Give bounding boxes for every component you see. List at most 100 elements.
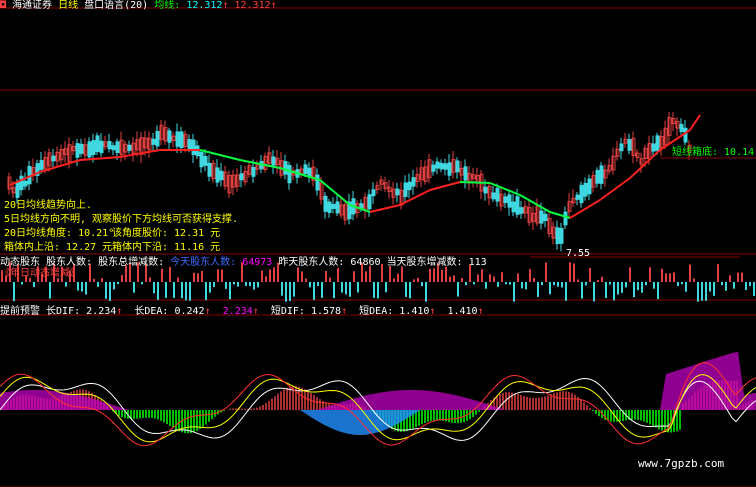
candle [283,161,288,175]
candle [579,184,584,204]
candle [539,210,544,224]
ma-arrow-2: ↑ [270,0,277,11]
candle [39,160,44,170]
macd-area [0,351,756,410]
box-bottom-label: 短线箱底: 10.14 元 [672,147,756,158]
dif-label: 长DIF: [46,306,81,317]
watermark: www.7gpzb.com [638,457,725,470]
candle [559,227,564,244]
candle [239,173,244,181]
candle [463,166,468,181]
candle [587,178,592,195]
candle [307,167,312,178]
close-icon[interactable]: ◘ [0,0,6,11]
candle [683,127,688,143]
holder-count-label: 股东人数: [46,257,93,268]
holder-delta-value: 113 [468,257,487,268]
candle [619,143,624,152]
broker-name: 海通证券 [12,0,53,11]
sdif-label: 短DIF: [270,306,305,317]
sdea-value: 1.410 [399,306,430,317]
lang-label: 盘口语言(20) [84,0,149,11]
ma-segment [459,181,491,184]
ma-segment [79,156,121,161]
candle [179,131,184,149]
candle [203,155,208,166]
candle [575,194,580,200]
candle [583,182,588,197]
macd-header: 提前预警 长DIF: 2.234↑, 长DEA: 0.242↑, 2.234↑,… [0,306,490,317]
candle [627,139,632,151]
candle [515,196,520,215]
macd-area-blue [300,410,420,435]
candle [483,186,488,194]
candle [287,164,292,184]
candle [151,138,156,145]
holder-today-label: 今天股东人数: [170,257,237,268]
candle [19,175,24,191]
candle [431,164,436,172]
candle [251,166,256,177]
candle [411,177,416,187]
candle [127,144,132,151]
candle [519,207,524,214]
note-box-top: 箱体内上沿: 12.27 元 [4,242,113,253]
candle [495,187,500,202]
ma-segment [689,114,701,131]
candle [455,160,460,173]
period-label[interactable]: 日线 [58,0,78,11]
candle [187,139,192,150]
header-bar: ◘ 海通证券 日线 盘口语言(20) 均线: 12.312↑ 12.312↑ [0,0,277,12]
note-angle-price: 该角度股价: 12.31 元 [112,228,221,239]
candle [543,213,548,222]
candle [331,203,336,209]
holder-delta-label: 当天股东增减数: [386,257,463,268]
candle [155,130,160,147]
candle [87,141,92,158]
note-ma5: 5日均线方向不明, 观察股价下方均线可否获得支撑. [4,214,239,225]
dea-label: 长DEA: [134,306,169,317]
ma-value-2: 12.312 [234,0,271,11]
ma-segment [429,181,461,191]
candle [595,170,600,184]
candle [403,182,408,197]
candle [395,188,400,196]
candle [439,162,444,170]
candle [271,156,276,166]
ma-segment [369,204,401,213]
ma-value-1: 12.312 [186,0,223,11]
candle [443,163,448,170]
candle [107,140,112,150]
candle [219,170,224,181]
candle [199,152,204,168]
candle [447,162,452,176]
candle [511,201,516,213]
ma-label: 均线: [154,0,181,11]
candle [79,143,84,154]
candle [15,181,20,198]
candle [599,165,604,184]
candle [95,135,100,152]
candle [191,139,196,155]
sdea-value-2: 1.410 [447,306,478,317]
dea-value: 0.242 [174,306,205,317]
ma-segment [39,159,81,173]
holder-yday-label: 昨天股东人数: [278,257,345,268]
candle [327,201,332,213]
note-angle: 20日均线角度: 10.21° [4,228,115,239]
candle [335,201,340,214]
candle [323,195,328,212]
note-trend: 20日均线趋势向上. [4,200,93,211]
candle [303,164,308,174]
candle [175,131,180,147]
candle [111,145,116,151]
candle [679,123,684,132]
candle [555,227,560,245]
candle [507,194,512,208]
candle [655,135,660,151]
candle [491,192,496,200]
sdif-value: 1.578 [310,306,342,317]
holder-yday-value: 64860 [350,257,381,268]
candle [435,161,440,169]
candle [371,189,376,197]
